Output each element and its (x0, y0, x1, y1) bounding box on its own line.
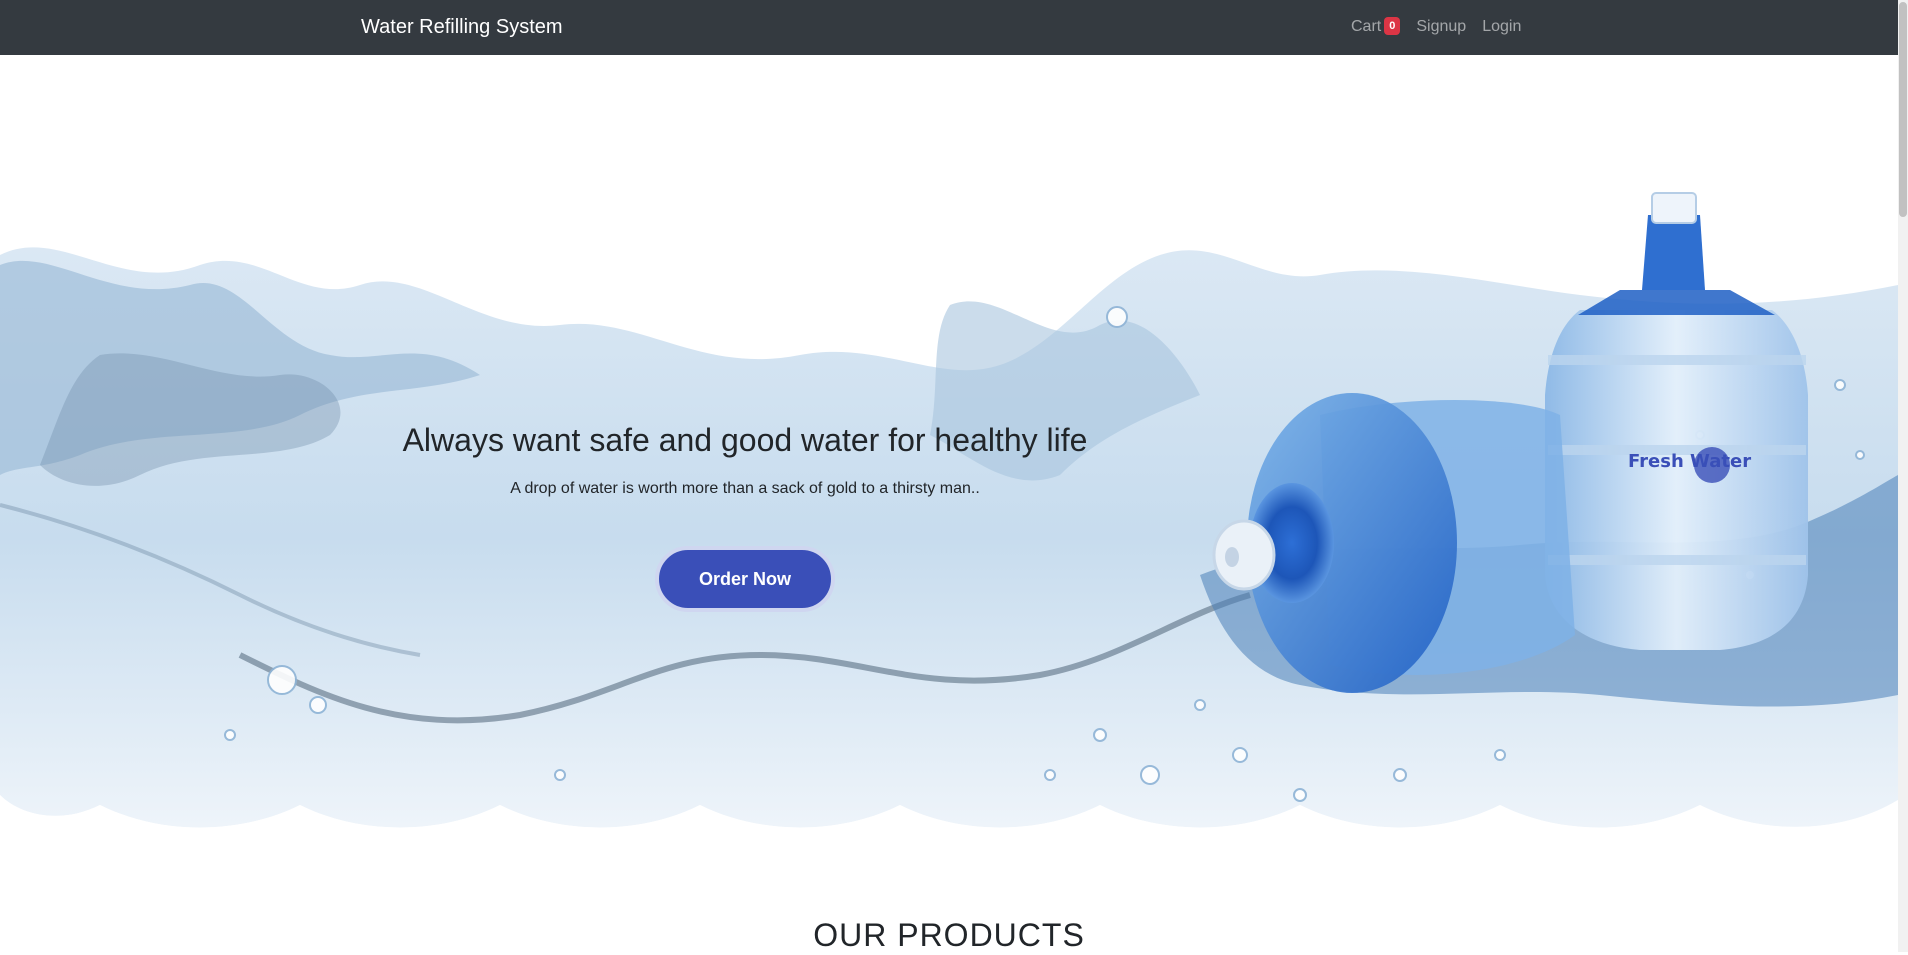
cart-link[interactable]: Cart 0 (1351, 16, 1401, 37)
brand-link[interactable]: Water Refilling System (361, 15, 563, 39)
products-heading: OUR PRODUCTS (813, 917, 1085, 953)
signup-link[interactable]: Signup (1416, 17, 1466, 37)
order-now-button[interactable]: Order Now (655, 546, 835, 612)
page-scrollbar[interactable] (1898, 0, 1908, 952)
hero-title: Always want safe and good water for heal… (402, 422, 1088, 458)
cart-count-badge: 0 (1384, 16, 1401, 35)
jug-logo-text: Fresh Water (1628, 451, 1751, 472)
navbar: Water Refilling System Cart 0 Signup Logi… (0, 0, 1898, 55)
upright-water-jug: Fresh Water (1545, 192, 1808, 650)
nav-links: Cart 0 Signup Login (1351, 16, 1521, 37)
login-link[interactable]: Login (1482, 17, 1521, 37)
cart-label: Cart (1351, 18, 1382, 35)
hero-section: Fresh Water Always want safe and good wa… (0, 55, 1898, 845)
scrollbar-thumb[interactable] (1899, 2, 1907, 217)
hero-subtitle: A drop of water is worth more than a sac… (510, 480, 980, 497)
